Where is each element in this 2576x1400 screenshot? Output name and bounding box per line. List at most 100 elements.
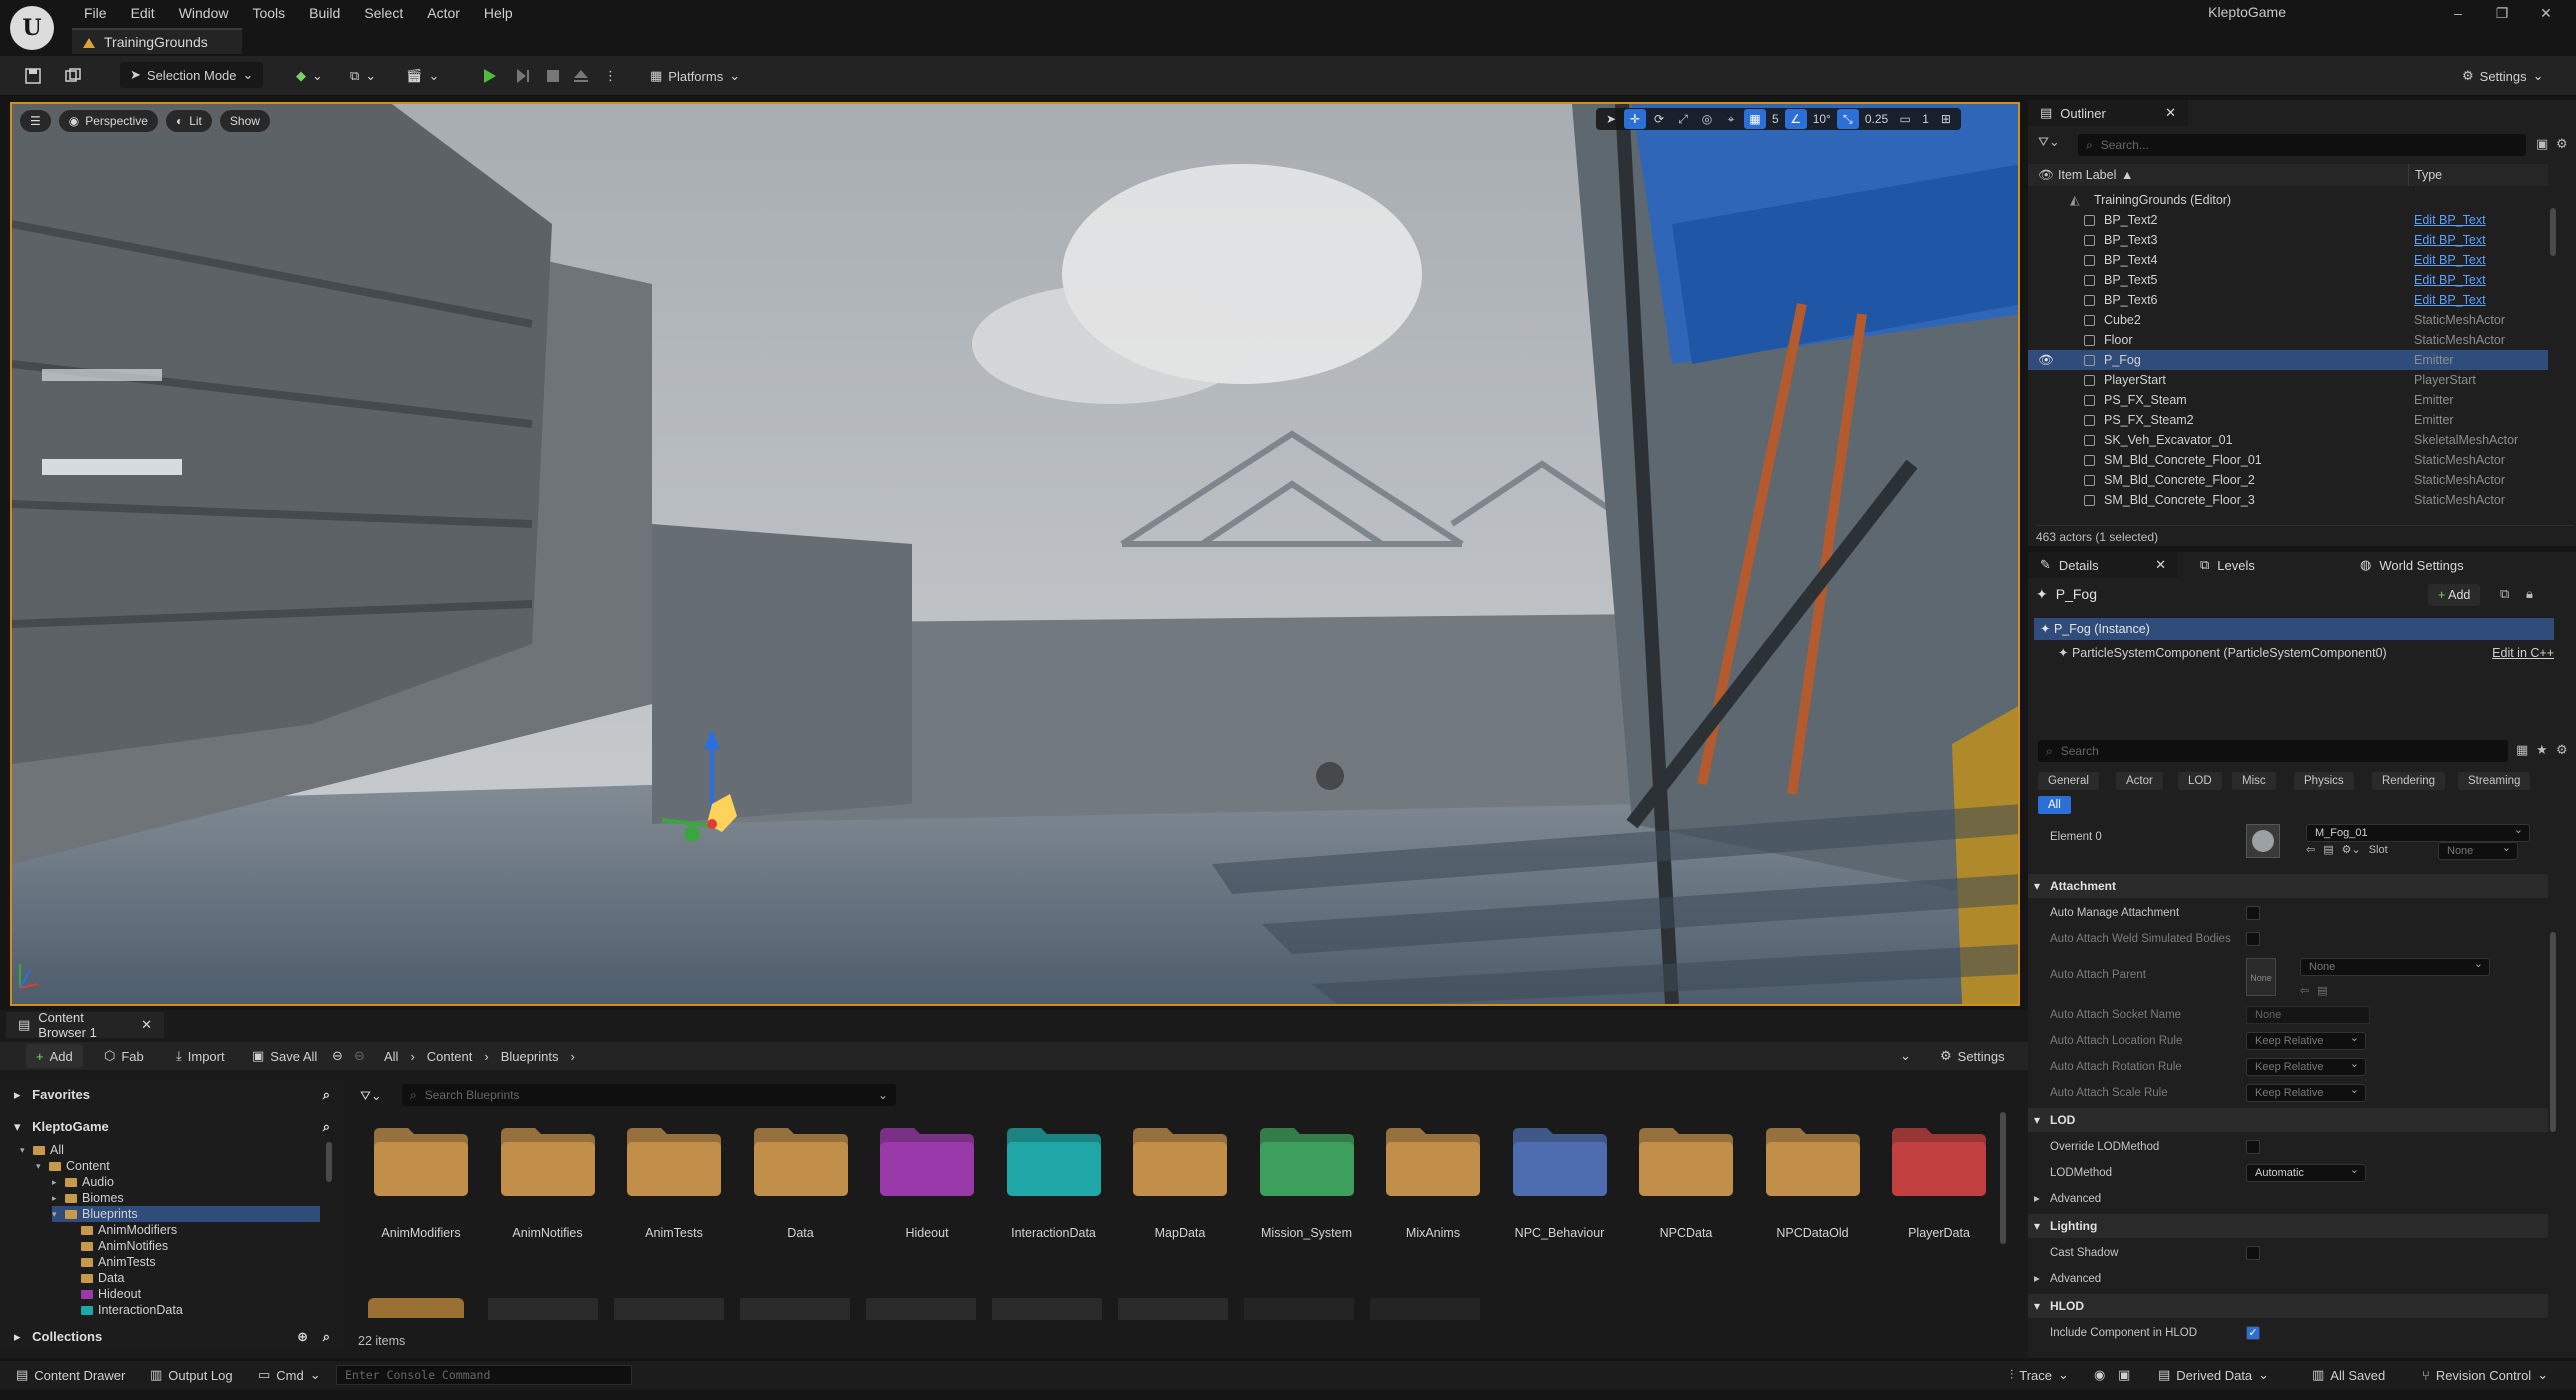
outliner-settings-icon[interactable]: ⚙ bbox=[2556, 136, 2568, 152]
auto-parent-dropdown[interactable]: None bbox=[2300, 956, 2490, 976]
outliner-scrollbar[interactable] bbox=[2550, 208, 2556, 256]
col-item-label[interactable]: Item Label bbox=[2058, 164, 2116, 186]
more-options-icon[interactable]: ⋮ bbox=[604, 64, 617, 88]
component-row[interactable]: ✦ ParticleSystemComponent (ParticleSyste… bbox=[2058, 642, 2554, 664]
asset-tile-partial[interactable] bbox=[368, 1298, 464, 1318]
platforms-dropdown[interactable]: ▦ Platforms ⌄ bbox=[650, 64, 740, 88]
rotation-rule-dropdown[interactable]: Keep Relative bbox=[2246, 1056, 2366, 1076]
edit-blueprint-link[interactable]: Edit BP_Text bbox=[2414, 290, 2486, 310]
menu-window[interactable]: Window bbox=[167, 2, 241, 24]
folder-tile[interactable]: NPC_Behaviour bbox=[1501, 1126, 1611, 1256]
asset-filter-icon[interactable]: ⛛⌄ bbox=[360, 1084, 382, 1108]
lit-button[interactable]: ◐ Lit bbox=[165, 110, 212, 132]
output-log-button[interactable]: ▥ Output Log bbox=[150, 1366, 233, 1384]
close-icon[interactable]: ✕ bbox=[2165, 105, 2176, 121]
close-icon[interactable]: ✕ bbox=[2155, 557, 2166, 573]
attachment-header[interactable]: ▾ Attachment bbox=[2028, 874, 2548, 898]
outliner-row[interactable]: 👁︎ P_Fog Emitter bbox=[2028, 350, 2548, 370]
use-selected-icon[interactable]: ⇦ bbox=[2300, 978, 2309, 1004]
auto-parent-thumbnail[interactable]: None bbox=[2246, 958, 2276, 996]
folder-tile[interactable]: Hideout bbox=[868, 1126, 978, 1256]
screenshot-icon[interactable]: ▣ bbox=[2118, 1366, 2130, 1384]
levels-tab[interactable]: ⧉ Levels bbox=[2188, 552, 2267, 578]
cat-rendering[interactable]: Rendering bbox=[2372, 772, 2446, 790]
search-icon[interactable]: ⌕ bbox=[323, 1326, 330, 1348]
eject-icon[interactable] bbox=[572, 64, 590, 88]
asset-tile-partial[interactable] bbox=[1244, 1298, 1354, 1320]
maximize-icon[interactable]: ❐ bbox=[2480, 2, 2524, 24]
step-icon[interactable] bbox=[514, 64, 532, 88]
history-dropdown-icon[interactable]: ⌄ bbox=[1900, 1044, 1911, 1068]
grid-snap-icon[interactable]: ▦ bbox=[1744, 109, 1766, 129]
lighting-advanced-row[interactable]: ▸ Advanced bbox=[2028, 1266, 2548, 1292]
translate-tool-icon[interactable]: ✛ bbox=[1624, 109, 1646, 129]
outliner-row[interactable]: SK_Veh_Excavator_01 SkeletalMeshActor bbox=[2028, 430, 2548, 450]
blueprint-add-icon[interactable]: ⧉ bbox=[2500, 586, 2509, 602]
add-button[interactable]: + Add bbox=[26, 1044, 83, 1068]
back-icon[interactable]: ⊖ bbox=[332, 1044, 343, 1068]
outliner-row[interactable]: BP_Text2 Edit BP_Text bbox=[2028, 210, 2548, 230]
add-collection-icon[interactable]: ⊕ bbox=[297, 1326, 308, 1348]
tree-item[interactable]: ▾ Content bbox=[36, 1158, 320, 1174]
search-icon[interactable]: ⌕ bbox=[323, 1084, 330, 1106]
browse-asset-icon[interactable]: ▤ bbox=[2317, 978, 2327, 1004]
location-rule-dropdown[interactable]: Keep Relative bbox=[2246, 1030, 2366, 1050]
outliner-row[interactable]: SM_Bld_Concrete_Floor_3 StaticMeshActor bbox=[2028, 490, 2548, 510]
world-row[interactable]: ◭ TrainingGrounds (Editor) bbox=[2028, 190, 2548, 210]
rotation-snap-icon[interactable]: ∠ bbox=[1784, 109, 1807, 129]
save-all-button[interactable]: ▣ Save All bbox=[252, 1044, 317, 1068]
details-search-input[interactable]: ⌕ Search bbox=[2038, 740, 2508, 762]
folder-tile[interactable]: AnimNotifies bbox=[489, 1126, 599, 1256]
level-viewport[interactable] bbox=[10, 102, 2020, 1006]
edit-blueprint-link[interactable]: Edit BP_Text bbox=[2414, 210, 2486, 230]
menu-help[interactable]: Help bbox=[472, 2, 525, 24]
project-header[interactable]: ▾ KleptoGame ⌕ bbox=[14, 1116, 334, 1138]
perspective-button[interactable]: ◉ Perspective bbox=[58, 110, 158, 132]
outliner-row[interactable]: BP_Text3 Edit BP_Text bbox=[2028, 230, 2548, 250]
camera-speed-value[interactable]: 1 bbox=[1918, 112, 1933, 126]
rotate-tool-icon[interactable]: ⟳ bbox=[1648, 109, 1670, 129]
revision-control-dropdown[interactable]: ⑂ Revision Control ⌄ bbox=[2422, 1366, 2548, 1384]
edit-blueprint-link[interactable]: Edit BP_Text bbox=[2414, 230, 2486, 250]
forward-icon[interactable]: ⊖ bbox=[354, 1044, 365, 1068]
visibility-eye-icon[interactable]: 👁︎ bbox=[2038, 350, 2054, 370]
breadcrumb-blueprints[interactable]: Blueprints bbox=[501, 1049, 559, 1064]
add-component-button[interactable]: + Add bbox=[2428, 584, 2481, 606]
scale-snap-value[interactable]: 0.25 bbox=[1861, 112, 1892, 126]
auto-manage-checkbox[interactable] bbox=[2246, 906, 2260, 920]
tree-expander-icon[interactable]: ▸ bbox=[52, 1190, 60, 1206]
edit-blueprint-link[interactable]: Edit BP_Text bbox=[2414, 250, 2486, 270]
stop-icon[interactable] bbox=[544, 64, 562, 88]
details-tab[interactable]: ✎ Details ✕ bbox=[2028, 552, 2178, 578]
outliner-row[interactable]: Cube2 StaticMeshActor bbox=[2028, 310, 2548, 330]
console-input[interactable]: Enter Console Command bbox=[336, 1365, 632, 1385]
tree-scrollbar[interactable] bbox=[326, 1142, 332, 1182]
favorites-header[interactable]: ▸ Favorites ⌕ bbox=[14, 1084, 334, 1106]
record-icon[interactable]: ◉ bbox=[2094, 1366, 2105, 1384]
instance-row[interactable]: ✦ P_Fog (Instance) bbox=[2034, 618, 2554, 640]
grid-view-icon[interactable]: ▦ bbox=[2516, 742, 2528, 758]
show-button[interactable]: Show bbox=[219, 110, 270, 132]
folder-tile[interactable]: Data bbox=[742, 1126, 852, 1256]
outliner-row[interactable]: Floor StaticMeshActor bbox=[2028, 330, 2548, 350]
asset-tile-partial[interactable] bbox=[1118, 1298, 1228, 1320]
tree-item[interactable]: ▾ Blueprints bbox=[52, 1206, 320, 1222]
outliner-search-input[interactable]: ⌕ Search... bbox=[2078, 134, 2526, 156]
tree-item[interactable]: AnimModifiers bbox=[68, 1222, 320, 1238]
world-settings-tab[interactable]: ◍ World Settings bbox=[2348, 552, 2476, 578]
breadcrumb-content[interactable]: Content bbox=[427, 1049, 473, 1064]
outliner-row[interactable]: PlayerStart PlayerStart bbox=[2028, 370, 2548, 390]
scale-tool-icon[interactable]: ⤢ bbox=[1672, 109, 1694, 129]
tree-expander-icon[interactable]: ▾ bbox=[52, 1206, 60, 1222]
outliner-row[interactable]: SM_Bld_Concrete_Floor_2 StaticMeshActor bbox=[2028, 470, 2548, 490]
play-icon[interactable] bbox=[480, 64, 498, 88]
material-thumbnail[interactable] bbox=[2246, 824, 2280, 858]
select-tool-icon[interactable]: ➤ bbox=[1600, 109, 1622, 129]
override-lod-checkbox[interactable] bbox=[2246, 1140, 2260, 1154]
tree-item[interactable]: InteractionData bbox=[68, 1302, 320, 1318]
edit-blueprint-link[interactable]: Edit BP_Text bbox=[2414, 270, 2486, 290]
browse-icon[interactable] bbox=[64, 64, 82, 88]
lod-advanced-row[interactable]: ▸ Advanced bbox=[2028, 1186, 2548, 1212]
lod-header[interactable]: ▾ LOD bbox=[2028, 1108, 2548, 1132]
close-icon[interactable]: ✕ bbox=[141, 1017, 152, 1033]
